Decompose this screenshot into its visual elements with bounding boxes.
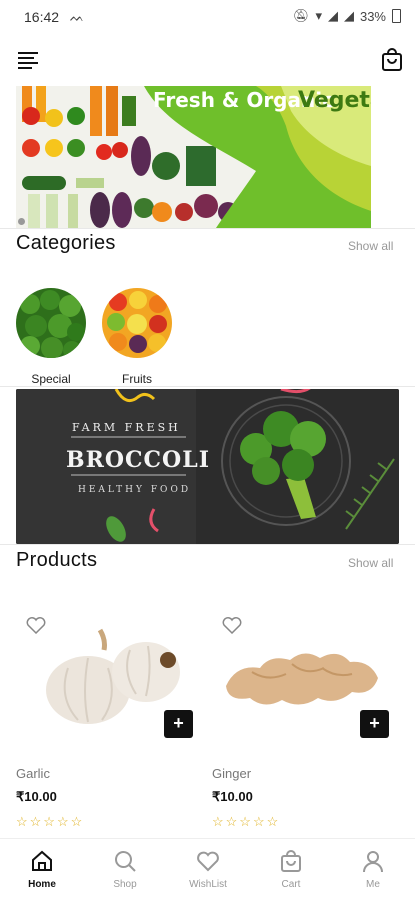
nav-item-wishlist[interactable]: WishList [173, 849, 243, 890]
status-bar: 16:42 ᨓ 🔕︎ ▾ ◢ ◢ 33% [0, 0, 415, 34]
heart-icon [196, 849, 220, 873]
nav-item-me[interactable]: Me [338, 849, 408, 890]
categories-title: Categories [16, 232, 116, 254]
product-name: Garlic [16, 766, 50, 781]
add-to-cart-button[interactable]: + [164, 710, 193, 738]
category-label: Fruits [122, 372, 152, 386]
menu-icon[interactable] [18, 52, 38, 69]
banner-farm-fresh: FARM FRESH [72, 421, 181, 434]
categories-show-all-link[interactable]: Show all [348, 239, 393, 253]
promo-banner[interactable]: FARM FRESH BROCCOLI HEALTHY FOOD [16, 389, 399, 544]
shopping-bag-icon[interactable] [381, 48, 403, 72]
search-icon [113, 849, 137, 873]
divider [0, 386, 415, 387]
category-fruits-image [102, 288, 172, 358]
nav-label: Shop [113, 879, 137, 890]
products-show-all-link[interactable]: Show all [348, 556, 393, 570]
wishlist-heart-icon[interactable] [222, 616, 242, 635]
hero-banner[interactable]: Fresh & Organic Vegetables [16, 86, 371, 228]
category-special-image [16, 288, 86, 358]
home-icon [30, 849, 54, 873]
hero-title-vegetables: Vegetables [298, 88, 371, 113]
banner-healthy-food: HEALTHY FOOD [78, 485, 192, 495]
status-time: 16:42 [24, 9, 60, 25]
carousel-indicator[interactable] [18, 218, 25, 225]
signal-icon: ◢ [327, 8, 338, 23]
category-special[interactable]: Special [15, 288, 87, 386]
nav-label: Cart [281, 879, 301, 890]
product-card-garlic[interactable]: + Garlic ₹10.00 ☆☆☆☆☆ [16, 612, 196, 832]
divider [0, 544, 415, 545]
product-name: Ginger [212, 766, 252, 781]
divider [0, 228, 415, 229]
nav-label: Home [28, 879, 56, 890]
signal-icon-2: ◢ [343, 8, 354, 23]
ginger-image [226, 653, 378, 705]
cart-icon [279, 849, 303, 873]
mute-icon: 🔕︎ [292, 8, 310, 23]
category-label: Special [31, 372, 71, 386]
user-icon [361, 849, 385, 873]
category-fruits[interactable]: Fruits [101, 288, 173, 386]
products-title: Products [16, 549, 98, 571]
wifi-icon: ▾ [315, 8, 322, 23]
product-rating-stars: ☆☆☆☆☆ [212, 814, 281, 829]
bottom-navigation: Home Shop WishList Cart Me [0, 838, 415, 901]
nav-item-shop[interactable]: Shop [90, 849, 160, 890]
product-card-ginger[interactable]: + Ginger ₹10.00 ☆☆☆☆☆ [212, 612, 392, 832]
nav-label: Me [366, 879, 380, 890]
add-to-cart-button[interactable]: + [360, 710, 389, 738]
notification-icon: ᨓ [70, 10, 85, 24]
product-rating-stars: ☆☆☆☆☆ [16, 814, 85, 829]
banner-broccoli: BROCCOLI [66, 447, 210, 473]
nav-item-cart[interactable]: Cart [256, 849, 326, 890]
status-icons: 🔕︎ ▾ ◢ ◢ 33% [293, 8, 401, 24]
battery-percent: 33% [359, 8, 386, 24]
nav-item-home[interactable]: Home [7, 849, 77, 890]
battery-icon [392, 9, 401, 23]
nav-label: WishList [189, 879, 227, 890]
product-price: ₹10.00 [16, 789, 57, 804]
product-price: ₹10.00 [212, 789, 253, 804]
